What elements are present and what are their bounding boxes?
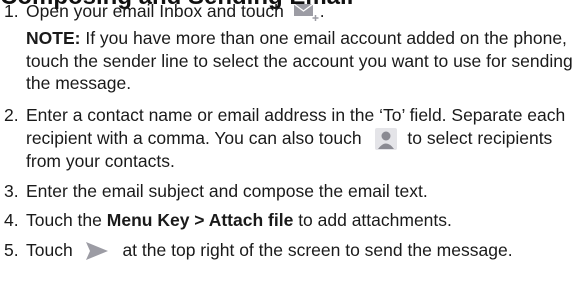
step-text-after: at the top right of the screen to send t… xyxy=(122,239,513,260)
step-text-after: to add attachments. xyxy=(298,209,452,230)
manual-page: Composing and Sending Email 1. Open your… xyxy=(0,0,576,306)
note: NOTE: If you have more than one email ac… xyxy=(26,27,576,95)
step-text-before: Touch xyxy=(26,239,73,260)
step-5: 5. Touch at the top right of the screen … xyxy=(0,239,576,262)
step-text: Enter the email subject and compose the … xyxy=(26,181,428,202)
step-text: Open your email Inbox and touch . xyxy=(26,0,576,23)
step-number: 3. xyxy=(4,181,19,202)
step-text: Enter a contact name or email address in… xyxy=(26,104,576,173)
step-number: 2. xyxy=(4,105,19,126)
step-2: 2. Enter a contact name or email address… xyxy=(0,104,576,173)
step-text-before: Open your email Inbox and touch xyxy=(26,1,284,21)
note-text: If you have more than one email account … xyxy=(26,27,573,94)
contact-person-icon xyxy=(374,128,397,151)
step-number: 1. xyxy=(4,1,19,21)
step-1: 1. Open your email Inbox and touch . NOT… xyxy=(0,0,576,95)
step-number: 5. xyxy=(4,239,19,260)
step-text-before: Touch the xyxy=(26,209,102,230)
step-text: Touch at the top right of the screen to … xyxy=(26,239,576,262)
step-text: Touch the Menu Key > Attach file to add … xyxy=(26,209,576,232)
step-text-after: . xyxy=(319,1,325,21)
steps-list: 1. Open your email Inbox and touch . NOT… xyxy=(0,0,576,262)
step-number: 4. xyxy=(4,209,19,230)
send-icon xyxy=(85,242,108,261)
step-4: 4. Touch the Menu Key > Attach file to a… xyxy=(0,209,576,232)
step-3: 3. Enter the email subject and compose t… xyxy=(0,180,576,203)
menu-path: Menu Key > Attach file xyxy=(106,209,294,230)
note-label: NOTE: xyxy=(26,27,81,48)
compose-email-icon xyxy=(293,3,320,21)
